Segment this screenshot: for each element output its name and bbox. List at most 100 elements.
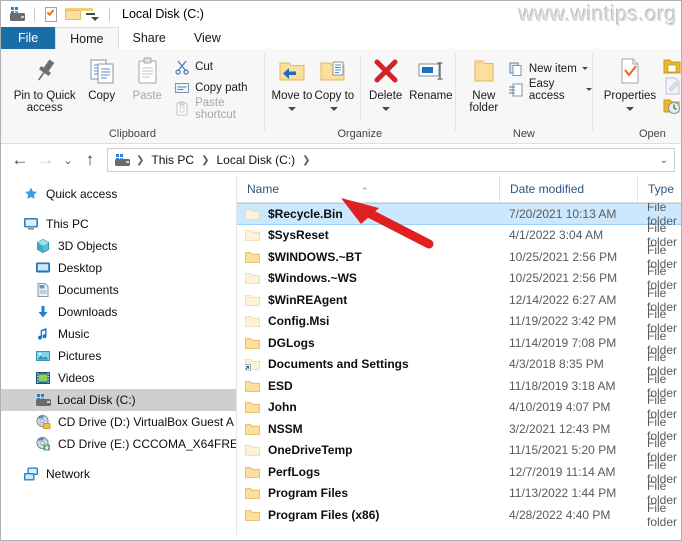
file-name-label: ESD [268, 378, 293, 393]
edit-icon[interactable] [663, 77, 681, 95]
folder-icon [245, 250, 260, 264]
breadcrumb-separator-2[interactable]: ❯ [300, 155, 312, 166]
copy-to-caret-icon[interactable] [330, 107, 339, 111]
pictures-icon [35, 348, 51, 364]
sidebar-item-this-pc[interactable]: This PC [1, 213, 237, 235]
sidebar-item-desktop[interactable]: Desktop [1, 257, 237, 279]
file-date-cell: 4/10/2019 4:07 PM [509, 400, 611, 415]
file-date-cell: 4/3/2018 8:35 PM [509, 357, 604, 372]
ribbon-tabs: File Home Share View [1, 27, 681, 49]
up-arrow-icon[interactable]: ↑ [77, 147, 103, 173]
address-field[interactable]: ❯ This PC ❯ Local Disk (C:) ❯ ⌄ [107, 148, 675, 172]
column-headers: Name ⌃ Date modified Type [237, 176, 681, 203]
open-folder-icon[interactable] [663, 57, 681, 75]
ribbon-group-organize: Move to Copy to Delete Rename Organize [265, 49, 455, 144]
new-folder-icon[interactable] [65, 6, 93, 22]
tab-home[interactable]: Home [55, 27, 119, 49]
copy-to-button[interactable]: Copy to [313, 55, 355, 114]
table-row[interactable]: DGLogs 11/14/2019 7:08 PM File folder [237, 329, 681, 357]
sort-ascending-icon: ⌃ [361, 186, 369, 196]
table-row[interactable]: John 4/10/2019 4:07 PM File folder [237, 393, 681, 421]
table-row[interactable]: ESD 11/18/2019 3:18 AM File folder [237, 372, 681, 400]
sidebar-item-documents[interactable]: Documents [1, 279, 237, 301]
copy-to-icon [318, 55, 350, 87]
properties-checkbox-icon[interactable] [43, 6, 60, 23]
file-name-cell: John [237, 400, 499, 414]
breadcrumb-this-pc[interactable]: This PC [151, 153, 194, 167]
copy-button[interactable]: Copy [79, 55, 125, 102]
ribbon-group-organize-label: Organize [337, 128, 383, 140]
sidebar-item-videos[interactable]: Videos [1, 367, 237, 389]
breadcrumb-local-disk-c[interactable]: Local Disk (C:) [216, 153, 295, 167]
move-to-button[interactable]: Move to [271, 55, 313, 114]
file-date-cell: 11/13/2022 1:44 PM [509, 486, 617, 501]
table-row[interactable]: $WINDOWS.~BT 10/25/2021 2:56 PM File folde… [237, 243, 681, 271]
new-item-button[interactable]: New item [508, 58, 592, 79]
rename-button[interactable]: Rename [407, 55, 455, 102]
column-header-divider [237, 202, 681, 203]
table-row[interactable]: $Windows.~WS 10/25/2021 2:56 PM File folde… [237, 264, 681, 292]
table-row[interactable]: OneDriveTemp 11/15/2021 5:20 PM File folde… [237, 436, 681, 464]
breadcrumb-separator-1[interactable]: ❯ [199, 155, 211, 166]
easy-access-button[interactable]: Easy access [508, 78, 593, 102]
recent-locations-chevron-icon[interactable]: ⌄ [59, 147, 77, 173]
file-date-cell: 11/18/2019 3:18 AM [509, 378, 616, 393]
chevron-down-icon[interactable]: ⌄ [660, 155, 668, 166]
table-row[interactable]: $Recycle.Bin 7/20/2021 10:13 AM File folde… [237, 200, 681, 228]
new-item-caret-icon[interactable] [581, 67, 588, 70]
window-title: Local Disk (C:) [122, 7, 204, 21]
easy-access-caret-icon[interactable] [586, 88, 593, 91]
delete-button[interactable]: Delete [364, 55, 406, 114]
folder-icon [245, 379, 260, 393]
paste-shortcut-button[interactable]: Paste shortcut [174, 97, 264, 121]
file-name-label: DGLogs [268, 335, 315, 350]
table-row[interactable]: Program Files 11/13/2022 1:44 PM File fold… [237, 479, 681, 507]
paste-button[interactable]: Paste [124, 55, 170, 102]
customize-qat-caret-icon[interactable] [91, 10, 99, 24]
column-header-name[interactable]: Name ⌃ [237, 176, 499, 203]
sidebar-item-network[interactable]: Network [1, 463, 237, 485]
file-date-cell: 11/15/2021 5:20 PM [509, 443, 617, 458]
table-row[interactable]: Documents and Settings 4/3/2018 8:35 PM Fi… [237, 350, 681, 378]
sidebar-item-local-disk-c[interactable]: Local Disk (C:) [1, 389, 237, 411]
table-row[interactable]: $WinREAgent 12/14/2022 6:27 AM File folder [237, 286, 681, 314]
sidebar-label-this-pc: This PC [46, 217, 89, 231]
column-header-date-modified[interactable]: Date modified [499, 176, 637, 203]
ribbon-divider-organize-inner [359, 57, 361, 119]
tab-view[interactable]: View [180, 27, 235, 49]
back-arrow-icon[interactable]: ← [7, 147, 33, 173]
table-row[interactable]: $SysReset 4/1/2022 3:04 AM File folder [237, 221, 681, 249]
sidebar-item-downloads[interactable]: Downloads [1, 301, 237, 323]
sidebar-item-pictures[interactable]: Pictures [1, 345, 237, 367]
column-header-type[interactable]: Type [637, 176, 681, 203]
properties-button[interactable]: Properties [599, 55, 661, 114]
sidebar-label-music: Music [58, 327, 90, 341]
tab-share[interactable]: Share [119, 27, 180, 49]
delete-caret-icon[interactable] [381, 107, 390, 111]
sidebar-item-quick-access[interactable]: Quick access [1, 183, 237, 205]
file-name-cell: $WINDOWS.~BT [237, 250, 499, 264]
tab-file[interactable]: File [1, 27, 56, 49]
breadcrumb-separator-0[interactable]: ❯ [134, 155, 146, 166]
sidebar-item-cd-drive-e[interactable]: CD Drive (E:) CCCOMA_X64FRE_ [1, 433, 237, 455]
forward-arrow-icon[interactable]: → [33, 147, 59, 173]
file-date-cell: 10/25/2021 2:56 PM [509, 271, 618, 286]
new-folder-button[interactable]: New folder [464, 55, 504, 114]
file-date-cell: 4/28/2022 4:40 PM [509, 507, 611, 522]
properties-caret-icon[interactable] [625, 107, 634, 111]
table-row[interactable]: Program Files (x86) 4/28/2022 4:40 PM File… [237, 501, 681, 529]
copy-path-button[interactable]: Copy path [174, 77, 264, 98]
history-icon[interactable] [663, 97, 681, 115]
sidebar-item-cd-drive-d[interactable]: CD Drive (D:) VirtualBox Guest A [1, 411, 237, 433]
sidebar-item-music[interactable]: Music [1, 323, 237, 345]
drive-icon[interactable] [9, 6, 26, 23]
table-row[interactable]: PerfLogs 12/7/2019 11:14 AM File folder [237, 458, 681, 486]
table-row[interactable]: Config.Msi 11/19/2022 3:42 PM File folder [237, 307, 681, 335]
cut-button[interactable]: Cut [174, 56, 264, 77]
cut-label: Cut [195, 60, 213, 73]
table-row[interactable]: NSSM 3/2/2021 12:43 PM File folder [237, 415, 681, 443]
pin-to-quick-access-button[interactable]: Pin to Quick access [11, 55, 79, 114]
paste-label: Paste [132, 90, 162, 102]
move-to-caret-icon[interactable] [287, 107, 296, 111]
sidebar-item-3d-objects[interactable]: 3D Objects [1, 235, 237, 257]
